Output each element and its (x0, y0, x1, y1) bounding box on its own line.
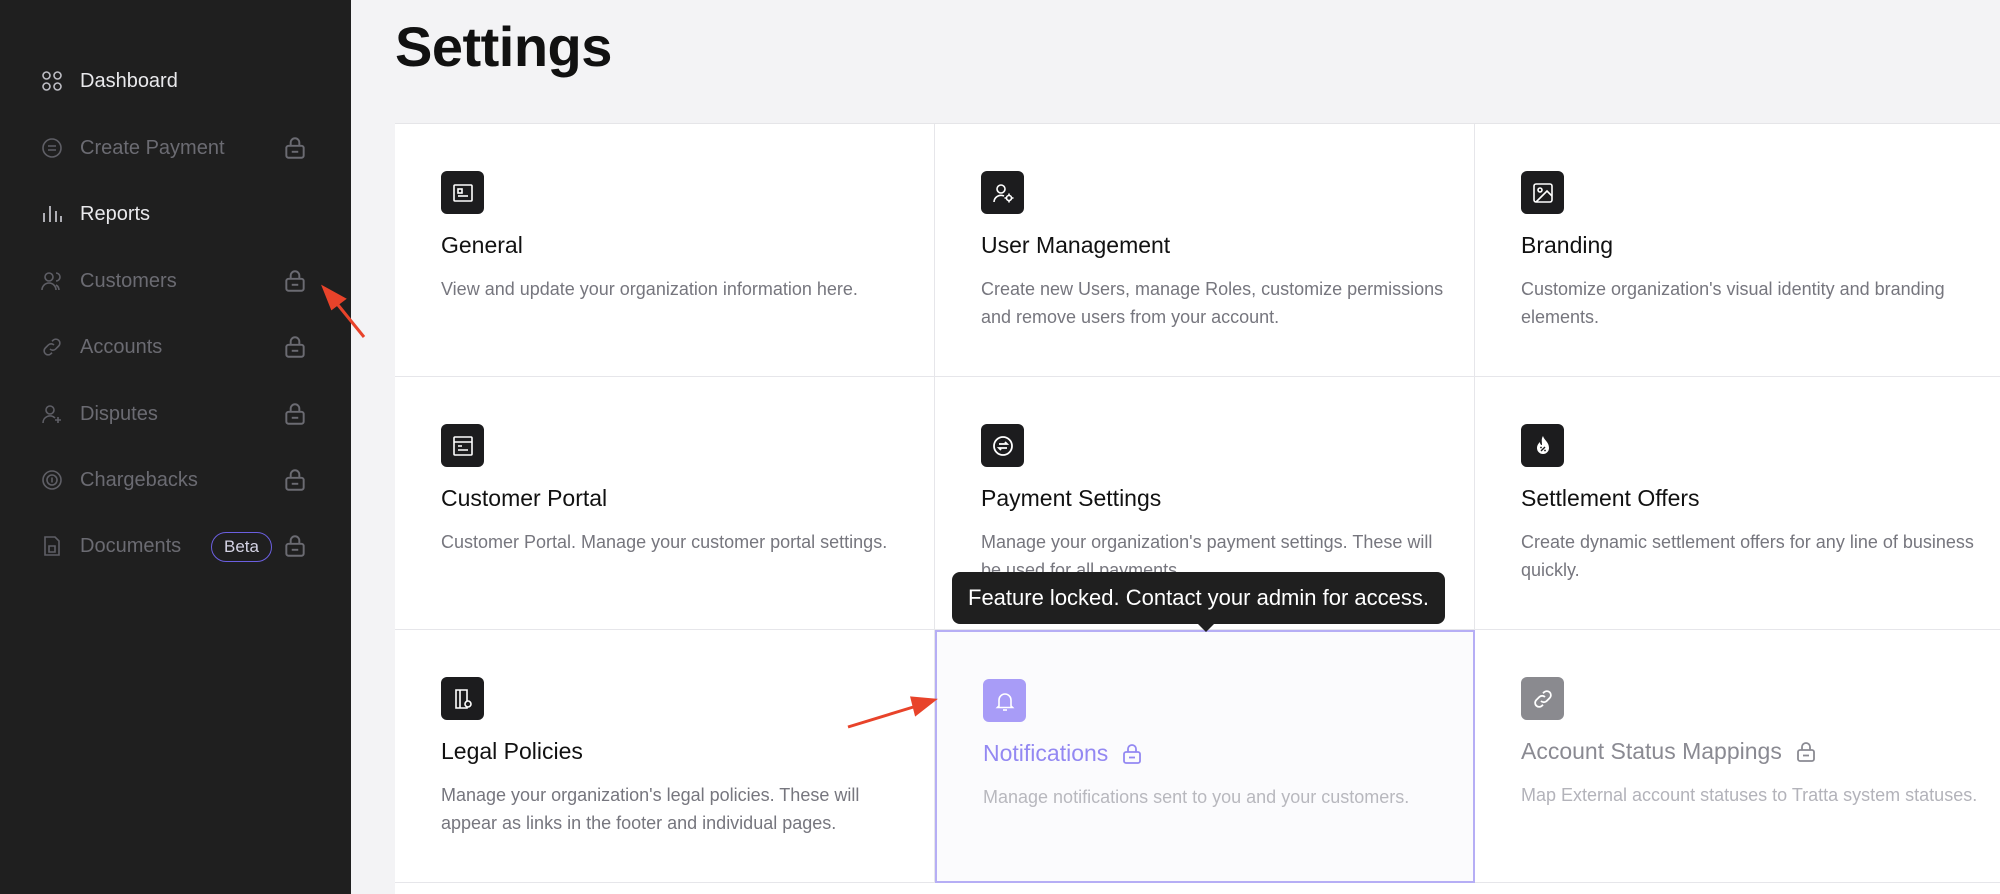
settings-card-legal-policies[interactable]: Legal Policies Manage your organization'… (395, 630, 935, 883)
settings-card-customer-portal[interactable]: Customer Portal Customer Portal. Manage … (395, 377, 935, 630)
lock-icon (1794, 740, 1818, 764)
settings-card-settlement-offers[interactable]: Settlement Offers Create dynamic settlem… (1475, 377, 2000, 630)
sidebar-item-label: Create Payment (80, 136, 225, 159)
settings-card-user-management[interactable]: User Management Create new Users, manage… (935, 124, 1475, 377)
coin-icon (38, 466, 66, 494)
sidebar-item-accounts[interactable]: Accounts (38, 325, 308, 369)
id-card-icon (441, 171, 484, 214)
percent-flame-icon (1521, 424, 1564, 467)
card-title: Notifications (983, 740, 1144, 767)
card-title-label: Notifications (983, 740, 1109, 766)
card-description: Map External account statuses to Tratta … (1521, 785, 1978, 805)
link-icon (38, 333, 66, 361)
link-icon (1521, 677, 1564, 720)
policy-doc-icon (441, 677, 484, 720)
settings-card-general[interactable]: General View and update your organizatio… (395, 124, 935, 377)
card-title: Payment Settings (981, 485, 1162, 511)
card-description: Manage your organization's legal policie… (441, 785, 860, 833)
user-gear-icon (981, 171, 1024, 214)
sidebar-item-label: Accounts (80, 335, 163, 358)
sidebar-item-reports[interactable]: Reports (38, 192, 308, 236)
sidebar-item-chargebacks[interactable]: Chargebacks (38, 458, 308, 502)
sidebar-item-documents[interactable]: Documents Beta (38, 524, 308, 568)
settings-card-account-status-mappings[interactable]: Account Status Mappings Map External acc… (1475, 630, 2000, 883)
tooltip-arrow (1197, 623, 1215, 632)
card-title: User Management (981, 232, 1171, 258)
lock-icon (282, 533, 308, 559)
settings-card-notifications[interactable]: Notifications Manage notifications sent … (935, 630, 1475, 883)
image-icon (1521, 171, 1564, 214)
lock-icon (282, 467, 308, 493)
card-title: General (441, 232, 523, 258)
card-description: Create dynamic settlement offers for any… (1521, 532, 1974, 580)
lock-icon (282, 401, 308, 427)
sidebar-item-dashboard[interactable]: Dashboard (38, 59, 308, 103)
sidebar-item-label: Dashboard (80, 69, 178, 92)
sidebar-item-label: Chargebacks (80, 468, 198, 491)
card-description: Customize organization's visual identity… (1521, 279, 1945, 327)
sidebar-item-create-payment[interactable]: Create Payment (38, 126, 308, 170)
card-description: Manage notifications sent to you and you… (983, 787, 1410, 807)
locked-feature-tooltip: Feature locked. Contact your admin for a… (952, 572, 1445, 624)
user-plus-icon (38, 400, 66, 428)
beta-badge: Beta (211, 532, 272, 562)
page-title: Settings (395, 15, 612, 78)
card-title: Settlement Offers (1521, 485, 1700, 511)
lock-icon (282, 135, 308, 161)
payment-icon (38, 134, 66, 162)
grid-icon (38, 67, 66, 95)
sidebar-item-customers[interactable]: Customers (38, 259, 308, 303)
sidebar-item-label: Customers (80, 269, 177, 292)
card-description: View and update your organization inform… (441, 279, 858, 299)
bar-chart-icon (38, 200, 66, 228)
sidebar-item-disputes[interactable]: Disputes (38, 392, 308, 436)
settings-grid: General View and update your organizatio… (395, 123, 2000, 894)
sidebar-item-label: Disputes (80, 402, 158, 425)
exchange-icon (981, 424, 1024, 467)
card-title-label: Account Status Mappings (1521, 738, 1782, 764)
card-title: Legal Policies (441, 738, 583, 764)
card-title: Branding (1521, 232, 1614, 258)
sidebar-item-label: Documents (80, 534, 182, 557)
bell-icon (983, 679, 1026, 722)
lock-icon (282, 334, 308, 360)
users-icon (38, 267, 66, 295)
card-description: Create new Users, manage Roles, customiz… (981, 279, 1444, 327)
sidebar: Dashboard Create Payment Reports Custome… (0, 0, 351, 894)
lock-icon (1120, 742, 1144, 766)
card-description: Customer Portal. Manage your customer po… (441, 532, 888, 552)
lock-icon (282, 268, 308, 294)
card-title: Customer Portal (441, 485, 608, 511)
card-title: Account Status Mappings (1521, 738, 1818, 765)
settings-card-branding[interactable]: Branding Customize organization's visual… (1475, 124, 2000, 377)
sidebar-item-label: Reports (80, 202, 151, 225)
browser-icon (441, 424, 484, 467)
document-icon (38, 532, 66, 560)
